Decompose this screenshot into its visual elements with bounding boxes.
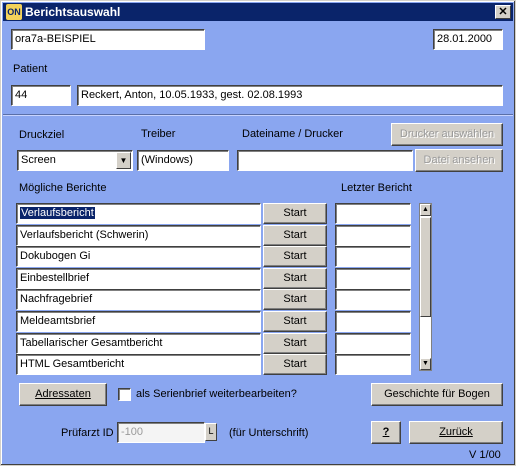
report-name-field[interactable]: HTML Gesamtbericht	[16, 354, 261, 375]
report-name-field[interactable]: Verlaufsbericht	[16, 203, 261, 224]
start-button[interactable]: Start	[263, 225, 327, 246]
start-button[interactable]: Start	[263, 333, 327, 354]
last-report-field[interactable]	[335, 354, 411, 375]
pruefarzt-id-field[interactable]: -100	[117, 422, 205, 443]
report-name-text: Dokubogen Gi	[20, 250, 91, 262]
version-label: V 1/00	[469, 449, 501, 461]
treiber-field[interactable]: (Windows)	[137, 150, 229, 171]
last-report-field[interactable]	[335, 225, 411, 246]
letzter-bericht-label: Letzter Bericht	[341, 182, 412, 194]
chevron-down-icon[interactable]: ▼	[116, 152, 131, 169]
zurueck-button[interactable]: Zurück	[409, 421, 503, 444]
unterschrift-label: (für Unterschrift)	[229, 427, 309, 439]
scroll-down-icon[interactable]: ▼	[420, 358, 431, 370]
scroll-thumb[interactable]	[420, 217, 431, 317]
druckziel-value: Screen	[21, 154, 56, 166]
start-button[interactable]: Start	[263, 268, 327, 289]
geschichte-button[interactable]: Geschichte für Bogen	[371, 383, 503, 406]
last-report-field[interactable]	[335, 333, 411, 354]
separator	[3, 114, 513, 116]
report-name-field[interactable]: Tabellarischer Gesamtbericht	[16, 333, 261, 354]
date-field[interactable]: 28.01.2000	[433, 29, 503, 50]
report-scrollbar[interactable]: ▲ ▼	[419, 203, 432, 371]
report-name-text: Tabellarischer Gesamtbericht	[20, 337, 163, 349]
start-button[interactable]: Start	[263, 289, 327, 310]
last-report-field[interactable]	[335, 246, 411, 267]
dateiname-field[interactable]	[237, 150, 413, 171]
last-report-field[interactable]	[335, 203, 411, 224]
start-button[interactable]: Start	[263, 354, 327, 375]
report-name-text: Nachfragebrief	[20, 293, 93, 305]
datei-ansehen-button[interactable]: Datei ansehen	[415, 149, 503, 172]
database-field[interactable]: ora7a-BEISPIEL	[11, 29, 205, 50]
app-icon: ON	[6, 4, 22, 20]
report-name-text: Meldeamtsbrief	[20, 315, 96, 327]
moegliche-berichte-label: Mögliche Berichte	[19, 182, 107, 194]
adressaten-button[interactable]: Adressaten	[19, 383, 107, 406]
druckziel-select[interactable]: Screen ▼	[17, 150, 133, 171]
start-button[interactable]: Start	[263, 246, 327, 267]
start-button[interactable]: Start	[263, 203, 327, 224]
serienbrief-label: als Serienbrief weiterbearbeiten?	[136, 388, 297, 400]
pruefarzt-label: Prüfarzt ID	[61, 427, 114, 439]
scroll-up-icon[interactable]: ▲	[420, 204, 431, 216]
patient-info-field[interactable]: Reckert, Anton, 10.05.1933, gest. 02.08.…	[77, 85, 503, 106]
start-button[interactable]: Start	[263, 311, 327, 332]
last-report-field[interactable]	[335, 289, 411, 310]
title-bar[interactable]: ON Berichtsauswahl ✕	[3, 3, 513, 21]
dateiname-label: Dateiname / Drucker	[242, 128, 343, 140]
report-name-field[interactable]: Nachfragebrief	[16, 289, 261, 310]
serienbrief-checkbox[interactable]	[118, 388, 131, 401]
report-name-text: Verlaufsbericht	[20, 207, 95, 219]
drucker-auswaehlen-button[interactable]: Drucker auswählen	[391, 123, 503, 146]
patient-id-field[interactable]: 44	[11, 85, 71, 106]
report-name-text: Verlaufsbericht (Schwerin)	[20, 229, 149, 241]
lov-button[interactable]: L	[205, 423, 217, 441]
treiber-label: Treiber	[141, 128, 176, 140]
help-button[interactable]: ?	[371, 421, 401, 444]
patient-label: Patient	[13, 63, 48, 75]
last-report-field[interactable]	[335, 311, 411, 332]
report-name-text: Einbestellbrief	[20, 272, 90, 284]
berichtsauswahl-window: ON Berichtsauswahl ✕ ora7a-BEISPIEL 28.0…	[0, 0, 516, 466]
report-name-field[interactable]: Einbestellbrief	[16, 268, 261, 289]
druckziel-label: Druckziel	[19, 129, 65, 141]
window-title: Berichtsauswahl	[25, 5, 121, 19]
report-name-field[interactable]: Meldeamtsbrief	[16, 311, 261, 332]
close-button[interactable]: ✕	[495, 5, 511, 19]
report-name-field[interactable]: Dokubogen Gi	[16, 246, 261, 267]
report-name-field[interactable]: Verlaufsbericht (Schwerin)	[16, 225, 261, 246]
last-report-field[interactable]	[335, 268, 411, 289]
report-name-text: HTML Gesamtbericht	[20, 358, 125, 370]
